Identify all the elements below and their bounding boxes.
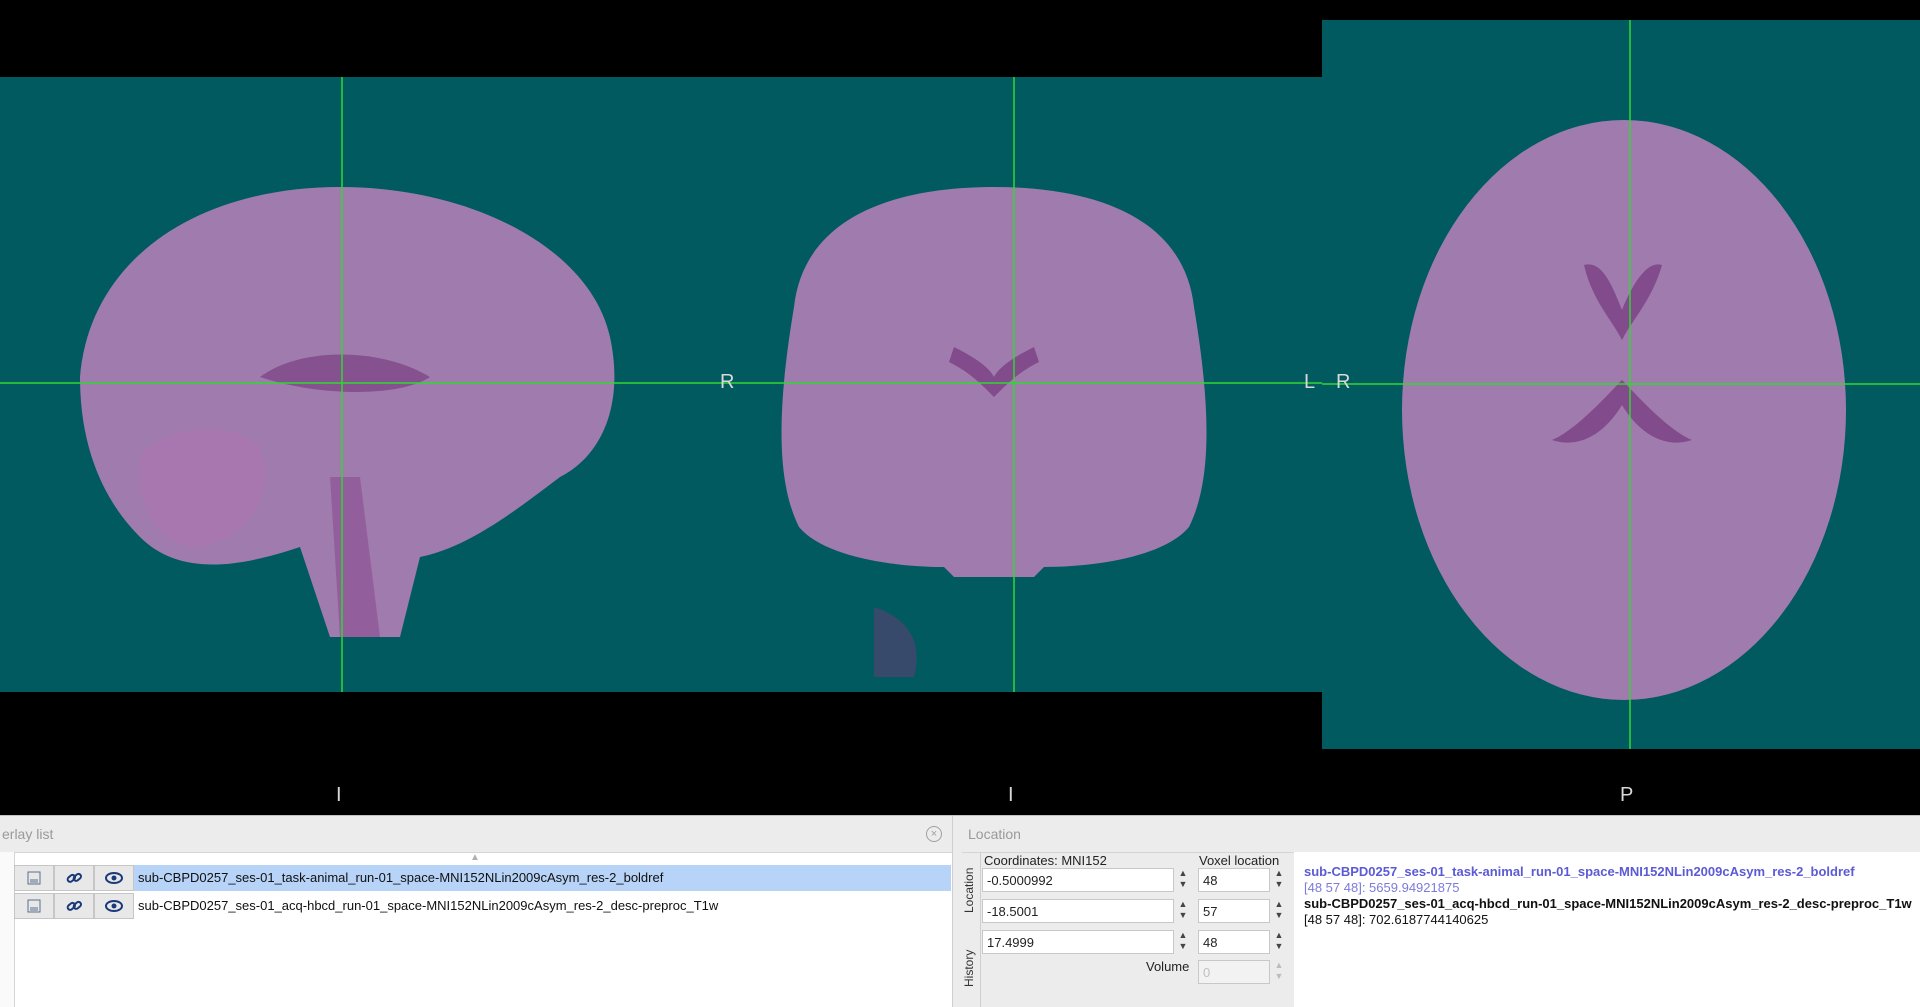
overlay-name[interactable]: sub-CBPD0257_ses-01_task-animal_run-01_s… [138, 870, 663, 885]
voxel-y-input[interactable]: 57 [1198, 899, 1270, 923]
overlay-list-header: erlay list × [0, 816, 952, 853]
voxel-z-input[interactable]: 48 [1198, 930, 1270, 954]
scroll-up-icon[interactable]: ▲ [470, 852, 480, 863]
tab-history[interactable]: History [962, 938, 980, 998]
axial-left-label: R [1336, 371, 1351, 393]
location-panel: Location Location History Coordinates: M… [962, 816, 1920, 1007]
coord-z-stepper[interactable]: ▲ ▼ [1176, 930, 1190, 954]
ortho-view-canvas[interactable]: A R L R I I P [0, 0, 1920, 815]
close-icon[interactable]: × [926, 826, 942, 842]
overlay-list-panel: erlay list × ▲ sub-CBPD0257_ses-01_task-… [0, 816, 953, 1007]
coronal-crosshair [664, 77, 1322, 692]
location-info: sub-CBPD0257_ses-01_task-animal_run-01_s… [1294, 852, 1920, 1007]
voxel-location-label: Voxel location [1199, 853, 1280, 868]
location-header: Location [962, 816, 1920, 853]
overlay-list-sidebar [0, 852, 15, 1007]
bottom-panels: erlay list × ▲ sub-CBPD0257_ses-01_task-… [0, 815, 1920, 1007]
overlay-row[interactable]: sub-CBPD0257_ses-01_task-animal_run-01_s… [14, 865, 951, 891]
info-value-1: [48 57 48]: 5659.94921875 [1304, 880, 1460, 895]
sagittal-view[interactable]: A [0, 77, 664, 692]
coordinates-label: Coordinates: MNI152 [984, 853, 1107, 868]
voxel-z-stepper[interactable]: ▲ ▼ [1272, 930, 1286, 954]
link-icon[interactable] [54, 865, 94, 891]
volume-label: Volume [1146, 959, 1190, 974]
sagittal-bottom-label: I [336, 784, 342, 806]
axial-crosshair [1322, 20, 1920, 749]
coronal-bottom-label: I [1008, 784, 1014, 806]
location-title: Location [968, 826, 1021, 842]
eye-icon[interactable] [94, 865, 134, 891]
info-name-2: sub-CBPD0257_ses-01_acq-hbcd_run-01_spac… [1304, 896, 1912, 911]
eye-icon[interactable] [94, 893, 134, 919]
coord-x-input[interactable]: -0.5000992 [982, 868, 1174, 892]
coronal-right-label: L [1304, 371, 1316, 393]
coronal-view[interactable] [664, 77, 1322, 692]
coronal-left-label: R [720, 371, 735, 393]
coord-x-stepper[interactable]: ▲ ▼ [1176, 868, 1190, 892]
volume-input[interactable]: 0 [1198, 960, 1270, 984]
volume-stepper[interactable]: ▲ ▼ [1272, 960, 1286, 984]
overlay-row[interactable]: sub-CBPD0257_ses-01_acq-hbcd_run-01_spac… [14, 893, 951, 919]
save-icon[interactable] [14, 865, 54, 891]
location-tabs: Location History [962, 852, 981, 1007]
axial-view[interactable] [1322, 20, 1920, 749]
coord-y-stepper[interactable]: ▲ ▼ [1176, 899, 1190, 923]
overlay-list-title: erlay list [2, 826, 54, 842]
voxel-x-stepper[interactable]: ▲ ▼ [1272, 868, 1286, 892]
link-icon[interactable] [54, 893, 94, 919]
tab-location[interactable]: Location [962, 860, 980, 920]
coord-y-input[interactable]: -18.5001 [982, 899, 1174, 923]
save-icon[interactable] [14, 893, 54, 919]
coord-z-input[interactable]: 17.4999 [982, 930, 1174, 954]
info-value-2: [48 57 48]: 702.6187744140625 [1304, 912, 1489, 927]
overlay-name[interactable]: sub-CBPD0257_ses-01_acq-hbcd_run-01_spac… [138, 898, 718, 913]
voxel-x-input[interactable]: 48 [1198, 868, 1270, 892]
axial-bottom-label: P [1620, 784, 1634, 806]
sagittal-crosshair [0, 77, 664, 692]
info-name-1: sub-CBPD0257_ses-01_task-animal_run-01_s… [1304, 864, 1855, 879]
voxel-y-stepper[interactable]: ▲ ▼ [1272, 899, 1286, 923]
